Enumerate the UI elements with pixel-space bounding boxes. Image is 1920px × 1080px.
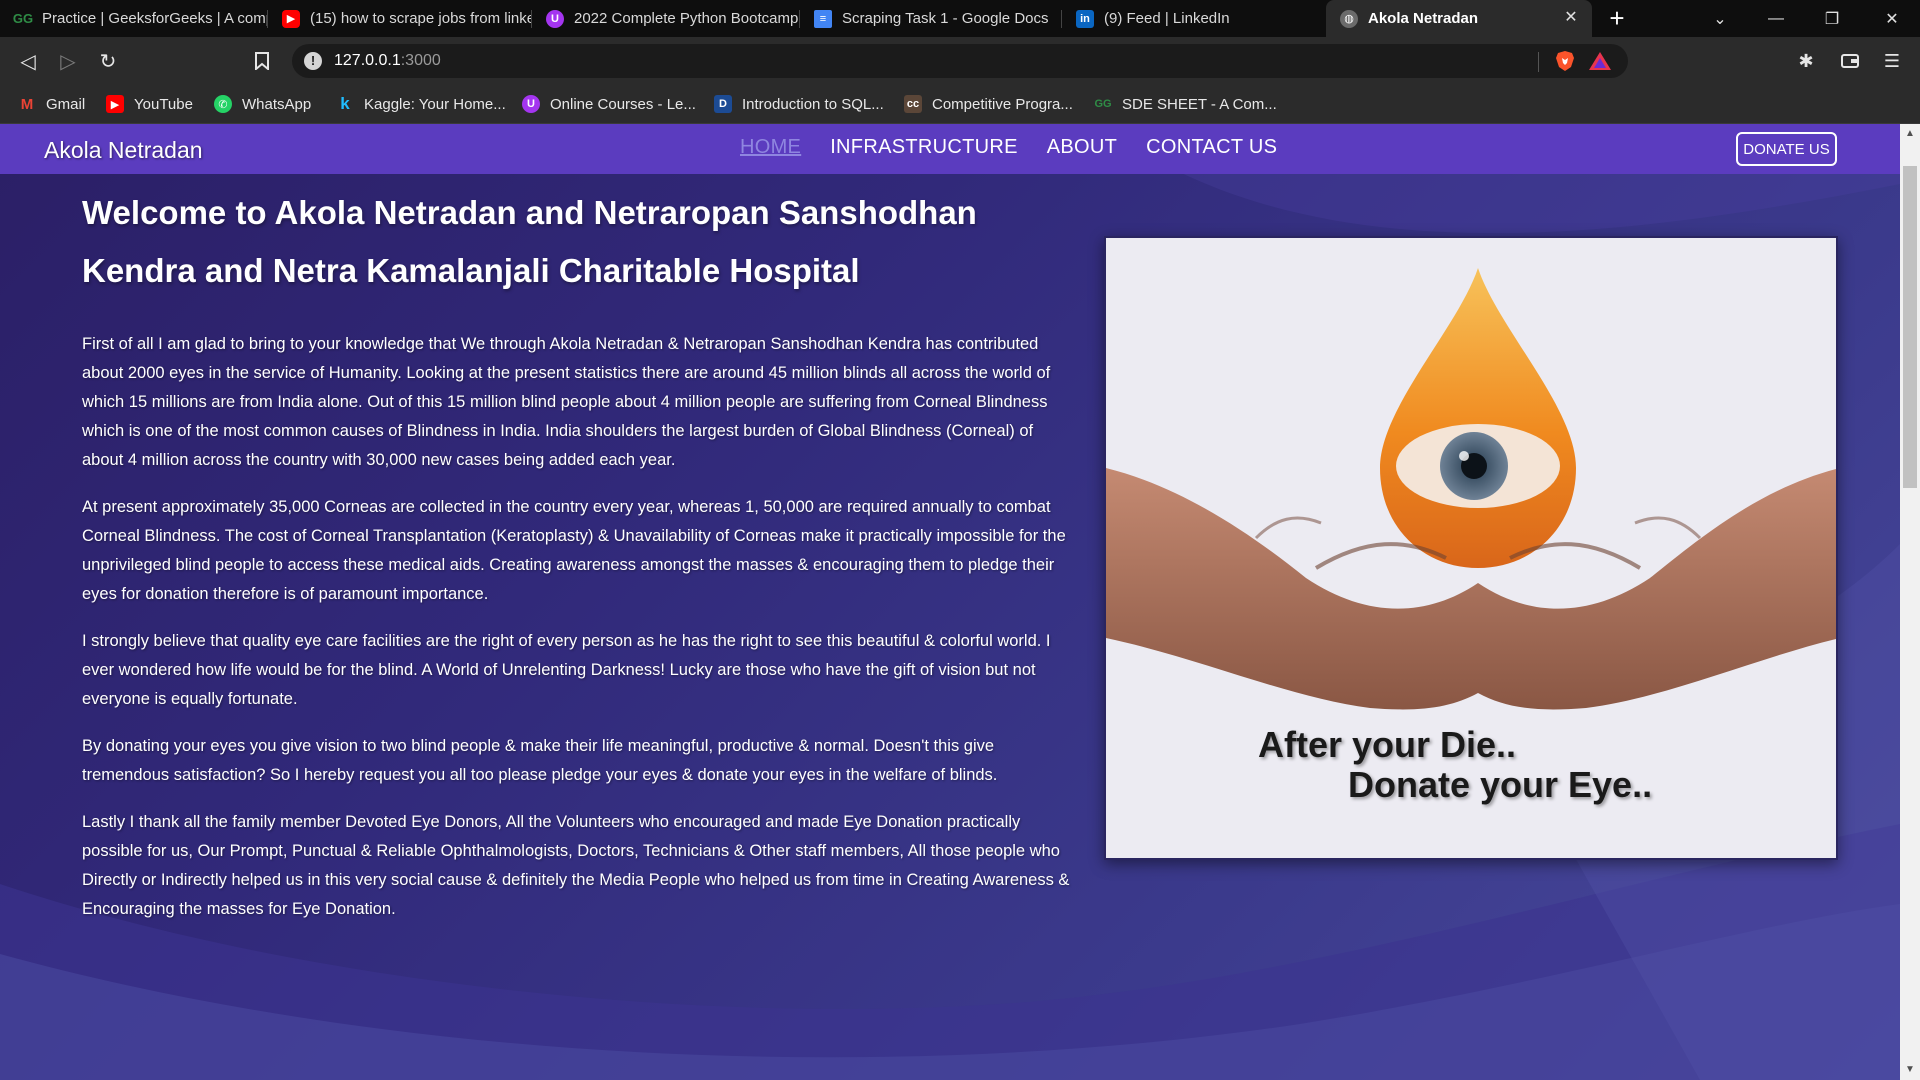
bookmark-sde-sheet[interactable]: GG SDE SHEET - A Com... — [1094, 84, 1276, 124]
reload-icon[interactable]: ↻ — [94, 47, 122, 75]
page-scrollbar[interactable]: ▲ ▼ — [1900, 124, 1920, 1080]
thanks-paragraph: Lastly I thank all the family member Dev… — [82, 813, 1070, 918]
bookmark-udemy[interactable]: U Online Courses - Le... — [522, 84, 696, 124]
gmail-icon: M — [20, 95, 34, 113]
minimize-button[interactable]: — — [1748, 0, 1804, 37]
geeksforgeeks-icon: GG — [1094, 98, 1112, 110]
bookmark-kaggle[interactable]: k Kaggle: Your Home... — [336, 84, 506, 124]
brave-shields-icon[interactable] — [1554, 50, 1576, 72]
kaggle-icon: k — [340, 94, 350, 113]
tab-youtube[interactable]: ▶ (15) how to scrape jobs from linke — [268, 0, 532, 37]
page-viewport: Akola Netradan HOME INFRASTRUCTURE ABOUT… — [0, 124, 1900, 1080]
main-content: Welcome to Akola Netradan and Netraropan… — [82, 184, 1072, 924]
bookmark-datacamp[interactable]: D Introduction to SQL... — [714, 84, 884, 124]
hero-caption-line2: Donate your Eye.. — [1348, 764, 1653, 805]
nav-links: HOME INFRASTRUCTURE ABOUT CONTACT US — [740, 136, 1277, 159]
bookmarks-bar: M Gmail ▶ YouTube ✆ WhatsApp k Kaggle: Y… — [0, 84, 1920, 124]
udemy-icon: U — [546, 9, 564, 28]
belief-paragraph: I strongly believe that quality eye care… — [82, 632, 1051, 708]
datacamp-icon: D — [714, 95, 732, 113]
forward-icon[interactable]: ▷ — [54, 47, 82, 75]
site-navbar: Akola Netradan HOME INFRASTRUCTURE ABOUT… — [0, 124, 1900, 174]
site-brand[interactable]: Akola Netradan — [44, 137, 203, 164]
whatsapp-icon: ✆ — [214, 95, 232, 113]
tab-akola-netradan[interactable]: ◍ Akola Netradan ✕ — [1326, 0, 1592, 37]
nav-about[interactable]: ABOUT — [1047, 136, 1117, 159]
close-tab-icon[interactable]: ✕ — [1562, 9, 1580, 27]
brave-rewards-icon[interactable] — [1588, 51, 1612, 71]
close-window-button[interactable]: ✕ — [1864, 0, 1920, 37]
scroll-thumb[interactable] — [1903, 166, 1917, 488]
tab-geeksforgeeks[interactable]: GG Practice | GeeksforGeeks | A comp — [0, 0, 268, 37]
bookmark-youtube[interactable]: ▶ YouTube — [106, 84, 193, 124]
donate-button[interactable]: DONATE US — [1736, 132, 1837, 166]
site-info-icon[interactable]: ! — [304, 52, 322, 70]
linkedin-icon: in — [1076, 9, 1094, 28]
eye-donation-image: After your Die.. Donate your Eye.. — [1104, 236, 1838, 860]
tab-title: Practice | GeeksforGeeks | A comp — [42, 10, 268, 27]
browser-tab-bar: GG Practice | GeeksforGeeks | A comp ▶ (… — [0, 0, 1920, 37]
bookmark-icon[interactable] — [248, 47, 276, 75]
back-icon[interactable]: ◁ — [14, 47, 42, 75]
scroll-up-arrow-icon[interactable]: ▲ — [1900, 128, 1920, 142]
google-docs-icon: ≡ — [814, 9, 832, 28]
nav-infrastructure[interactable]: INFRASTRUCTURE — [830, 136, 1018, 159]
menu-icon[interactable]: ☰ — [1878, 47, 1906, 75]
tab-search-chevron-icon[interactable]: ⌄ — [1692, 0, 1748, 37]
geeksforgeeks-icon: GG — [12, 11, 34, 26]
tab-udemy[interactable]: U 2022 Complete Python Bootcamp — [532, 0, 800, 37]
tab-title: (15) how to scrape jobs from linke — [310, 10, 532, 27]
page-heading: Welcome to Akola Netradan and Netraropan… — [82, 194, 977, 289]
scroll-down-arrow-icon[interactable]: ▼ — [1900, 1064, 1920, 1078]
restore-button[interactable]: ❐ — [1804, 0, 1860, 37]
address-bar[interactable]: ! 127.0.0.1:3000 — [292, 44, 1628, 78]
youtube-icon: ▶ — [282, 9, 300, 28]
bookmark-whatsapp[interactable]: ✆ WhatsApp — [214, 84, 311, 124]
globe-icon: ◍ — [1340, 9, 1358, 28]
codechef-icon: cc — [904, 95, 922, 113]
youtube-icon: ▶ — [106, 95, 124, 113]
wallet-icon[interactable] — [1836, 47, 1864, 75]
browser-toolbar: ◁ ▷ ↻ ! 127.0.0.1:3000 ✱ ☰ — [0, 37, 1920, 84]
tab-title: 2022 Complete Python Bootcamp — [574, 10, 799, 27]
tab-google-docs[interactable]: ≡ Scraping Task 1 - Google Docs — [800, 0, 1062, 37]
bookmark-gmail[interactable]: M Gmail — [18, 84, 85, 124]
tab-title: (9) Feed | LinkedIn — [1104, 10, 1230, 27]
udemy-icon: U — [522, 95, 540, 113]
bookmark-codechef[interactable]: cc Competitive Progra... — [904, 84, 1073, 124]
hero-caption-line1: After your Die.. — [1258, 724, 1517, 765]
tab-title: Scraping Task 1 - Google Docs — [842, 10, 1049, 27]
nav-contact-us[interactable]: CONTACT US — [1146, 136, 1277, 159]
tab-linkedin[interactable]: in (9) Feed | LinkedIn — [1062, 0, 1326, 37]
tab-title: Akola Netradan — [1368, 10, 1479, 27]
new-tab-button[interactable]: + — [1604, 5, 1630, 32]
cornea-paragraph: At present approximately 35,000 Corneas … — [82, 498, 1066, 603]
nav-home[interactable]: HOME — [740, 136, 801, 159]
intro-paragraph: First of all I am glad to bring to your … — [82, 335, 1051, 469]
url-text[interactable]: 127.0.0.1:3000 — [334, 52, 441, 70]
extensions-icon[interactable]: ✱ — [1792, 47, 1820, 75]
donation-paragraph: By donating your eyes you give vision to… — [82, 737, 998, 784]
